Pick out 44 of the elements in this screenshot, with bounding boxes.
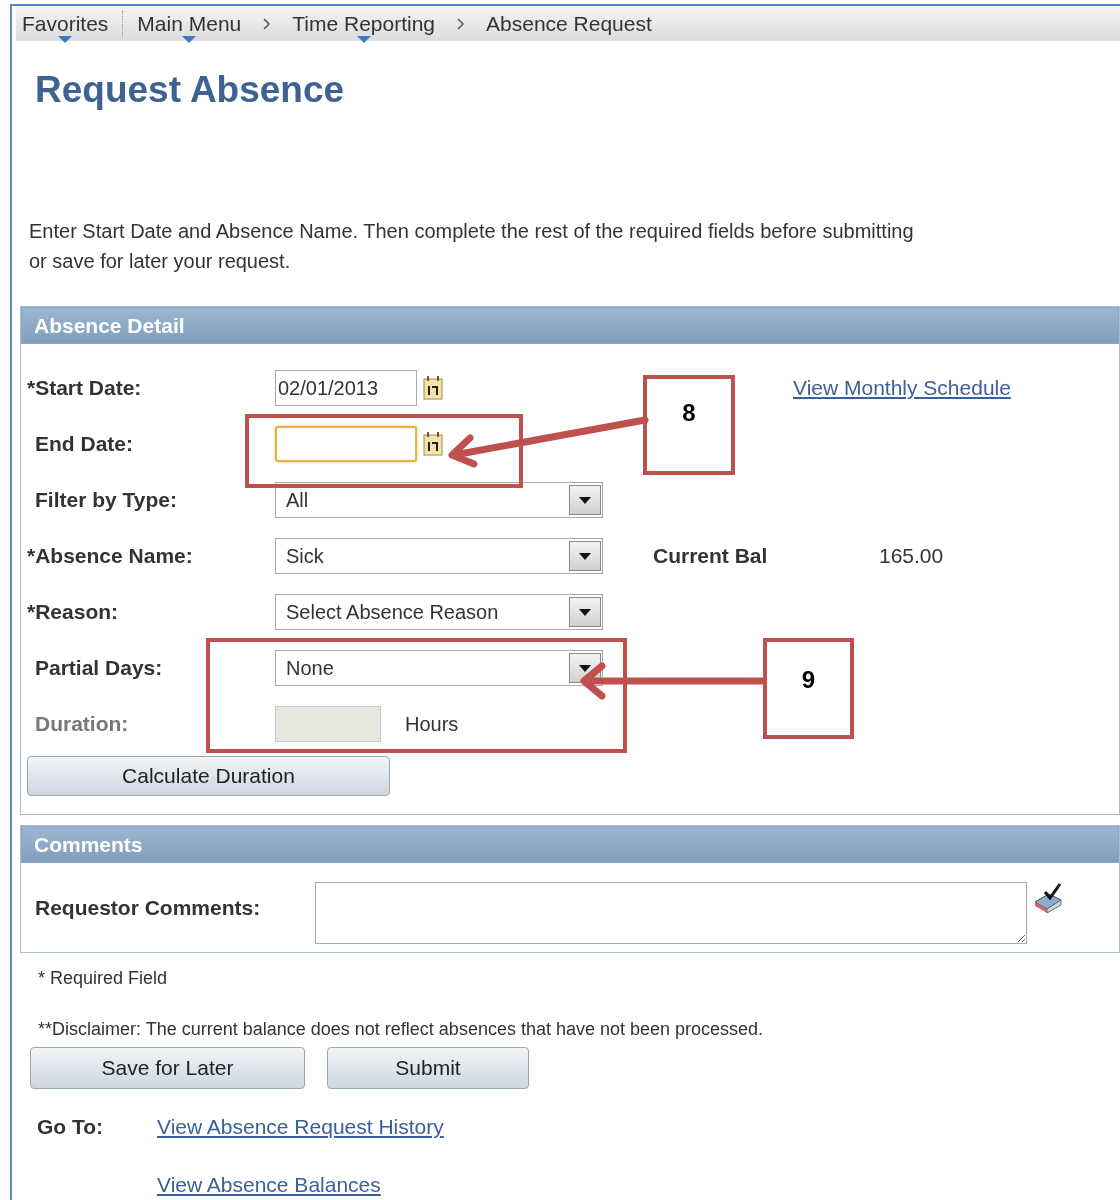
field-label: *Absence Name: xyxy=(27,543,194,570)
goto-label: Go To: xyxy=(37,1114,105,1140)
field-label: End Date: xyxy=(34,431,134,458)
action-button[interactable]: Submit xyxy=(327,1047,529,1089)
section-header: Comments xyxy=(21,826,1119,864)
goto-link[interactable]: View Absence Balances xyxy=(157,1168,444,1200)
breadcrumb-link[interactable]: Favorites xyxy=(22,7,109,40)
page-title: Request Absence xyxy=(35,71,346,109)
date-field[interactable] xyxy=(275,426,417,463)
field-label: Requestor Comments: xyxy=(35,895,262,922)
calendar-icon[interactable] xyxy=(421,431,445,458)
schedule-link[interactable]: View Monthly Schedule xyxy=(793,372,1011,404)
unit-label: Hours xyxy=(405,712,459,738)
balance-label: Current Bal xyxy=(653,543,769,570)
dropdown[interactable]: Sick xyxy=(275,538,603,575)
disclaimer-text: **Disclaimer: The current balance does not reflect absences that have not been processed. xyxy=(38,1018,765,1041)
field-label: *Reason: xyxy=(27,599,120,626)
required-note: * Required Field xyxy=(38,967,169,990)
dropdown[interactable]: All xyxy=(275,482,603,519)
field-label: Partial Days: xyxy=(34,655,164,682)
chevron-icon xyxy=(263,17,271,30)
breadcrumb-link[interactable]: Main Menu xyxy=(137,7,242,40)
menu-caret-icon[interactable] xyxy=(182,35,197,43)
menu-caret-icon[interactable] xyxy=(356,35,371,43)
callout-box: 9 xyxy=(763,638,854,739)
dropdown[interactable]: Select Absence Reason xyxy=(275,594,603,631)
goto-link[interactable]: View Absence Request History xyxy=(157,1111,444,1143)
menu-caret-icon[interactable] xyxy=(58,35,73,43)
action-button[interactable]: Save for Later xyxy=(30,1047,305,1089)
dropdown[interactable]: None xyxy=(275,650,603,687)
breadcrumb-link[interactable]: Time Reporting xyxy=(292,7,436,40)
breadcrumb-link[interactable]: Absence Request xyxy=(486,7,652,40)
calculate-duration-button[interactable]: Calculate Duration xyxy=(27,756,390,797)
comments-field[interactable] xyxy=(315,882,1027,945)
calendar-icon[interactable] xyxy=(421,375,445,402)
balance-value: 165.00 xyxy=(879,543,944,570)
instructions-text: Enter Start Date and Absence Name. Then complete the rest of the required fields before submitting or save for later your request. xyxy=(29,219,915,275)
callout-box: 8 xyxy=(643,375,735,475)
section-header: Absence Detail xyxy=(21,307,1119,345)
field-label: Filter by Type: xyxy=(34,487,178,514)
chevron-icon xyxy=(457,17,465,30)
date-field[interactable]: 02/01/2013 xyxy=(275,370,417,407)
field-label: Duration: xyxy=(34,711,130,738)
field-label: *Start Date: xyxy=(27,375,143,402)
